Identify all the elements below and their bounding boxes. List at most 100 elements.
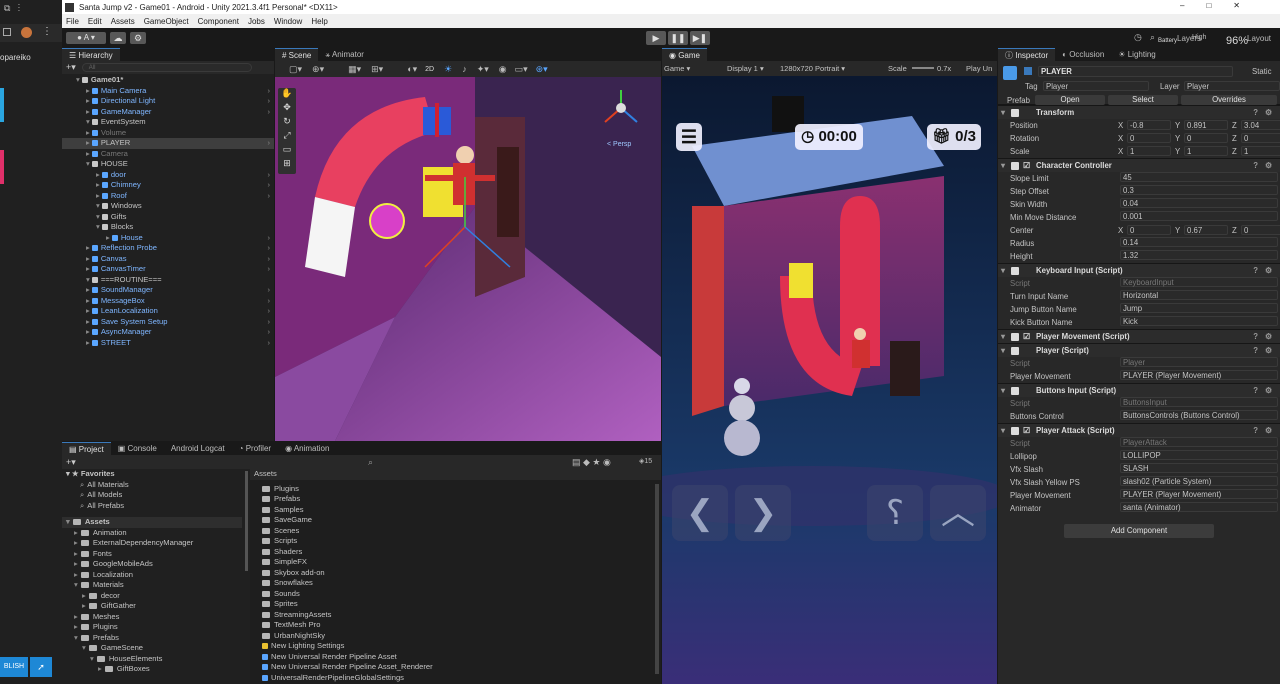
account-dropdown[interactable]: ● A ▾ [66,32,106,44]
folder-item[interactable]: ▾ Prefabs [62,633,242,644]
foldout-arrow-icon[interactable]: ▾ [1001,424,1005,438]
avatar[interactable] [21,27,32,38]
folder-item[interactable]: ▾ GameScene [62,643,242,654]
draw-mode-icon[interactable]: ▢▾ [289,64,302,75]
asset-item[interactable]: Shaders [250,547,661,558]
panel-icon[interactable] [3,28,11,36]
axis-x-field[interactable]: -0.8 [1127,120,1171,130]
hierarchy-item[interactable]: ▸ GameManager › [62,107,274,118]
prefab-overrides-dropdown[interactable]: Overrides [1181,95,1277,105]
close-icon[interactable]: ✕ [1233,1,1262,10]
help-icon[interactable]: ? [1253,106,1258,120]
help-icon[interactable]: ? [1253,159,1258,173]
tab-animator[interactable]: ⚹ Animator [318,48,371,61]
settings-icon[interactable]: ⚙ [1265,384,1272,398]
asset-item[interactable]: SaveGame [250,515,661,526]
pause-button[interactable]: ❚❚ [668,31,688,45]
expand-arrow-icon[interactable]: ▾ [74,633,78,642]
property-value-field[interactable]: ButtonsControls (Buttons Control) [1120,410,1278,420]
folder-item[interactable]: ▸ GiftGather [62,601,242,612]
folder-item[interactable]: ▸ GoogleMobileAds [62,559,242,570]
tab-occlusion[interactable]: ◐ Occlusion [1055,48,1111,61]
asset-item[interactable]: Snowflakes [250,578,661,589]
menu-jobs[interactable]: Jobs [248,17,265,26]
help-icon[interactable]: ? [1253,424,1258,438]
folder-item[interactable]: ▸ ExternalDependencyManager [62,538,242,549]
folder-item[interactable]: ▾ HouseElements [62,654,242,665]
component-header[interactable]: ▾ ☑ Character Controller? ⚙ [998,158,1280,172]
property-value-field[interactable]: 0.04 [1120,198,1278,208]
component-header[interactable]: ▾ Player (Script)? ⚙ [998,343,1280,357]
enabled-checkbox[interactable]: ☑ [1023,159,1030,173]
candy-cane-attack-button[interactable]: ⸮ [867,485,923,541]
chevron-right-icon[interactable]: › [267,233,270,244]
settings-icon[interactable]: ⚙ [1265,424,1272,438]
enabled-checkbox[interactable]: ☑ [1023,330,1030,344]
object-name-field[interactable]: PLAYER [1038,66,1233,77]
minimize-icon[interactable]: – [1180,1,1206,10]
display-dropdown[interactable]: Display 1 ▾ [727,64,764,73]
chevron-right-icon[interactable]: › [267,317,270,328]
expand-arrow-icon[interactable]: ▸ [86,243,90,252]
expand-arrow-icon[interactable]: ▾ [82,643,86,652]
menu-component[interactable]: Component [198,17,239,26]
chevron-right-icon[interactable]: › [267,285,270,296]
property-value-field[interactable]: 1.32 [1120,250,1278,260]
expand-arrow-icon[interactable]: ▸ [86,96,90,105]
chevron-right-icon[interactable]: › [267,264,270,275]
expand-arrow-icon[interactable]: ▸ [82,591,86,600]
expand-arrow-icon[interactable]: ▾ [86,275,90,284]
tab-android-logcat[interactable]: Android Logcat [164,442,232,455]
hierarchy-item[interactable]: ▾ Game01* [62,75,274,86]
foldout-arrow-icon[interactable]: ▾ [1001,384,1005,398]
settings-icon[interactable]: ⚙ [1265,159,1272,173]
expand-arrow-icon[interactable]: ▸ [86,317,90,326]
hierarchy-item[interactable]: ▾ ===ROUTINE=== [62,275,274,286]
expand-arrow-icon[interactable]: ▸ [86,128,90,137]
foldout-arrow-icon[interactable]: ▾ [1001,264,1005,278]
property-value-field[interactable]: slash02 (Particle System) [1120,476,1278,486]
folder-item[interactable]: ▸ Localization [62,570,242,581]
expand-arrow-icon[interactable]: ▸ [74,538,78,547]
hierarchy-item[interactable]: ▸ Main Camera › [62,86,274,97]
expand-arrow-icon[interactable]: ▸ [106,233,110,242]
chevron-right-icon[interactable]: › [267,170,270,181]
expand-arrow-icon[interactable]: ▸ [86,264,90,273]
expand-arrow-icon[interactable]: ▸ [96,180,100,189]
expand-arrow-icon[interactable]: ▾ [86,117,90,126]
asset-item[interactable]: UniversalRenderPipelineGlobalSettings [250,673,661,684]
expand-arrow-icon[interactable]: ▸ [86,254,90,263]
scene-viewport[interactable] [275,77,661,441]
menu-help[interactable]: Help [311,17,327,26]
expand-arrow-icon[interactable]: ▸ [86,338,90,347]
favorite-item[interactable]: ⌕ All Models [62,490,242,501]
folder-item[interactable]: ▾ Assets [62,517,242,528]
chevron-right-icon[interactable]: › [267,191,270,202]
folder-item[interactable]: ▸ Fonts [62,549,242,560]
component-header[interactable]: ▾ Buttons Input (Script)? ⚙ [998,383,1280,397]
tab-game[interactable]: ◉ Game [662,48,707,61]
asset-item[interactable]: TextMesh Pro [250,620,661,631]
chevron-right-icon[interactable]: › [267,254,270,265]
tab-console[interactable]: ▣ Console [111,442,164,455]
scene-gizmo-icon[interactable] [601,88,641,128]
folder-item[interactable]: ▸ Plugins [62,622,242,633]
asset-item[interactable]: SimpleFX [250,557,661,568]
axis-z-field[interactable]: 1 [1241,146,1280,156]
tab-lighting[interactable]: ☀ Lighting [1111,48,1162,61]
tab-project[interactable]: ▤ Project [62,442,111,455]
scale-tool-icon[interactable]: ⤢ [278,130,296,144]
menu-assets[interactable]: Assets [111,17,135,26]
snap-icon[interactable]: ⊞▾ [371,64,383,75]
property-value-field[interactable]: Kick [1120,316,1278,326]
expand-arrow-icon[interactable]: ▾ [66,517,70,526]
expand-arrow-icon[interactable]: ▸ [86,296,90,305]
expand-arrow-icon[interactable]: ▸ [74,559,78,568]
hierarchy-item[interactable]: ▸ CanvasTimer › [62,264,274,275]
help-icon[interactable]: ? [1253,384,1258,398]
expand-arrow-icon[interactable]: ▸ [74,570,78,579]
add-icon[interactable]: +▾ [66,62,76,73]
persp-label[interactable]: < Persp [607,141,631,148]
favorite-item[interactable]: ⌕ All Prefabs [62,501,242,512]
chevron-right-icon[interactable]: › [267,96,270,107]
